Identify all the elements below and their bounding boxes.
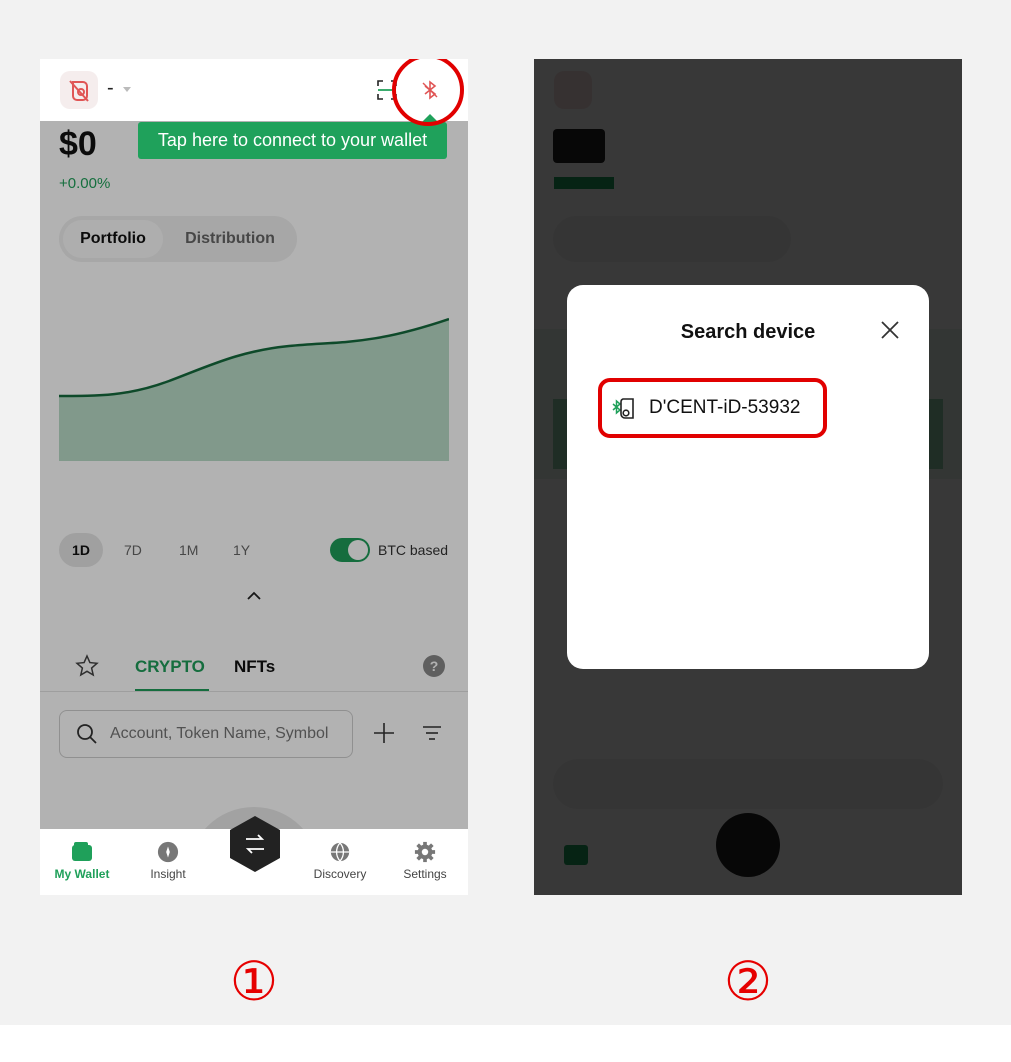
screenshot-search-device: Search device D'CENT-iD-53932	[534, 59, 962, 895]
no-wallet-icon[interactable]	[60, 71, 98, 109]
step-number-1: ①	[229, 952, 279, 1012]
nav-my-wallet[interactable]: My Wallet	[42, 841, 122, 881]
compass-icon	[157, 841, 179, 863]
nav-label: Insight	[150, 867, 186, 881]
nav-label: Settings	[403, 867, 447, 881]
nav-label: Discovery	[313, 867, 367, 881]
nav-discovery[interactable]: Discovery	[300, 841, 380, 881]
nav-insight[interactable]: Insight	[128, 841, 208, 881]
chevron-down-icon[interactable]	[123, 87, 131, 92]
dialog-title: Search device	[680, 321, 816, 343]
wallet-selector[interactable]: -	[107, 77, 114, 100]
nav-settings[interactable]: Settings	[385, 841, 465, 881]
device-highlight-box	[598, 378, 827, 438]
gear-icon	[414, 841, 436, 863]
wallet-icon	[72, 842, 92, 861]
step-number-2: ②	[723, 952, 773, 1012]
close-icon[interactable]	[879, 319, 901, 341]
globe-icon	[330, 842, 350, 862]
swap-button[interactable]	[228, 815, 282, 873]
connect-wallet-tooltip[interactable]: Tap here to connect to your wallet	[138, 122, 447, 159]
tooltip-overlay	[40, 121, 468, 829]
screenshot-my-wallet: - $0 +0.00% Portfolio Distribution 1D 7D…	[40, 59, 468, 895]
nav-label: My Wallet	[54, 867, 110, 881]
search-device-dialog: Search device D'CENT-iD-53932	[567, 285, 929, 669]
